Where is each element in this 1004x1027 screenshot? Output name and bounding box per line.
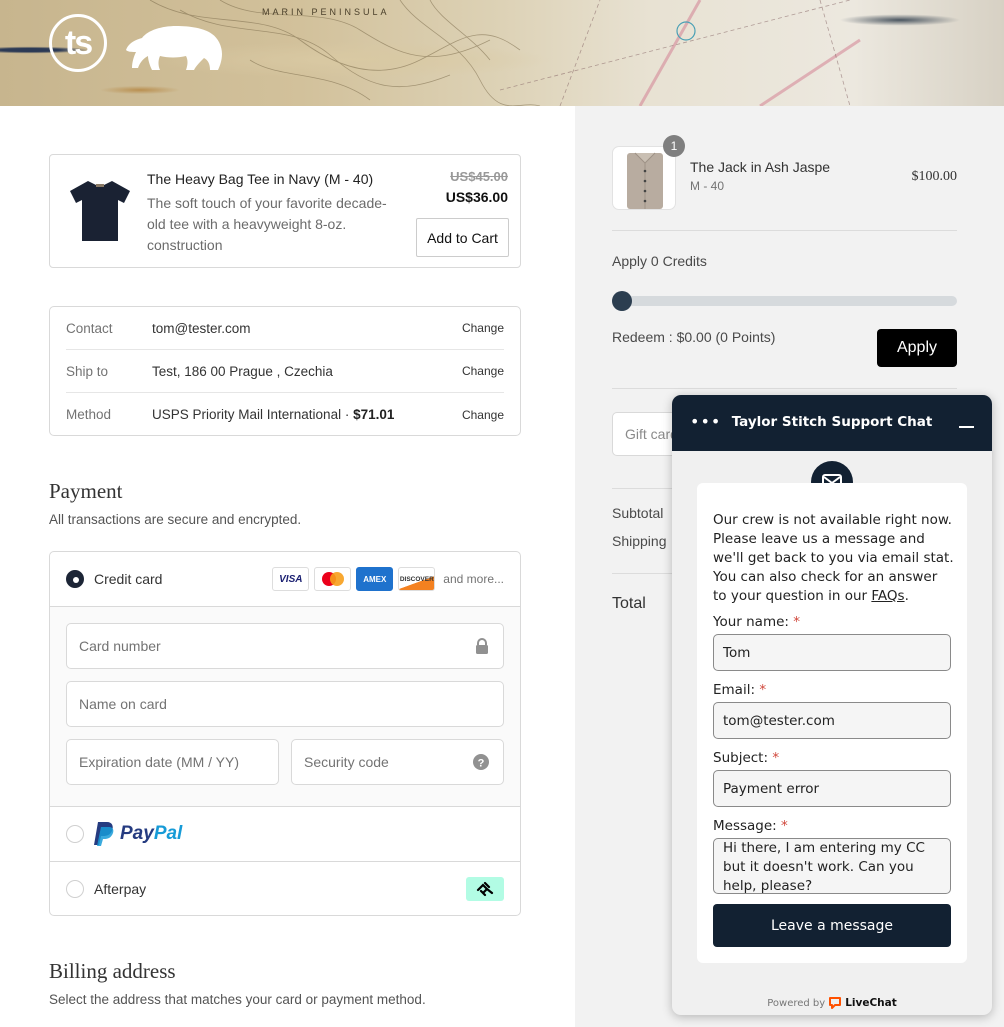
- chat-email-input[interactable]: tom@tester.com: [713, 702, 951, 739]
- divider: [612, 388, 957, 389]
- payment-methods: Credit card VISA AMEX DISCOVER and more.…: [49, 551, 521, 916]
- redeem-text: Redeem : $0.00 (0 Points): [612, 329, 776, 345]
- slider-handle[interactable]: [612, 291, 632, 311]
- chat-header: ••• Taylor Stitch Support Chat: [672, 395, 992, 451]
- billing-heading: Billing address: [49, 959, 176, 983]
- quantity-badge: 1: [663, 135, 685, 157]
- review-label: Ship to: [66, 363, 109, 379]
- afterpay-label: Afterpay: [94, 881, 147, 897]
- review-value: tom@tester.com: [152, 320, 251, 336]
- billing-subtitle: Select the address that matches your car…: [49, 992, 426, 1007]
- chat-message-textarea[interactable]: Hi there, I am entering my CC but it doe…: [713, 838, 951, 894]
- minimize-icon[interactable]: [959, 426, 974, 428]
- review-row-contact: Contact tom@tester.com Change: [66, 307, 504, 350]
- name-label: Your name: *: [713, 614, 800, 630]
- order-review-block: Contact tom@tester.com Change Ship to Te…: [49, 306, 521, 436]
- review-row-method: Method USPS Priority Mail International …: [66, 393, 504, 436]
- summary-item-name: The Jack in Ash Jaspe: [690, 159, 831, 175]
- card-number-input[interactable]: Card number: [66, 623, 504, 669]
- upsell-product-card: The Heavy Bag Tee in Navy (M - 40) The s…: [49, 154, 521, 268]
- support-chat-widget: ••• Taylor Stitch Support Chat Our crew …: [672, 395, 992, 1015]
- amex-icon: AMEX: [356, 567, 394, 591]
- card-brands: VISA AMEX DISCOVER and more...: [272, 567, 504, 591]
- visa-icon: VISA: [272, 567, 310, 591]
- tshirt-product-image: [70, 181, 130, 241]
- shipping-label: Shipping: [612, 533, 667, 549]
- add-to-cart-button[interactable]: Add to Cart: [416, 218, 509, 257]
- credit-card-fields: Card number Name on card Expiration date…: [50, 606, 520, 807]
- lock-icon: [476, 638, 488, 654]
- product-thumbnail: [612, 146, 676, 210]
- bear-logo-icon: [126, 26, 222, 70]
- message-label: Message: *: [713, 818, 788, 834]
- apply-credits-button[interactable]: Apply: [877, 329, 957, 367]
- upsell-description: The soft touch of your favorite decade-o…: [147, 195, 387, 253]
- chat-form-card: Our crew is not available right now. Ple…: [697, 483, 967, 963]
- review-value: USPS Priority Mail International · $71.0…: [152, 407, 395, 422]
- payment-option-credit-card[interactable]: Credit card VISA AMEX DISCOVER and more.…: [50, 552, 520, 606]
- subtotal-label: Subtotal: [612, 505, 664, 521]
- summary-line-item: 1 The Jack in Ash Jaspe M - 40 $100.00: [612, 135, 958, 210]
- livechat-icon: [829, 997, 842, 1009]
- review-label: Method: [66, 407, 112, 422]
- paypal-logo: Pay Pal: [94, 822, 182, 846]
- hero-banner: MARIN PENINSULA ts: [0, 0, 1004, 106]
- credit-card-label: Credit card: [94, 571, 163, 587]
- security-code-input[interactable]: Security code ?: [291, 739, 504, 785]
- svg-text:?: ?: [478, 758, 485, 770]
- faq-link[interactable]: FAQs: [871, 588, 904, 604]
- afterpay-radio[interactable]: [66, 880, 84, 898]
- review-label: Contact: [66, 320, 113, 336]
- discover-icon: DISCOVER: [398, 567, 436, 591]
- chat-name-input[interactable]: Tom: [713, 634, 951, 671]
- checkout-main: The Heavy Bag Tee in Navy (M - 40) The s…: [0, 106, 575, 1027]
- total-label: Total: [612, 595, 646, 612]
- shirt-image: [627, 152, 663, 209]
- payment-subtitle: All transactions are secure and encrypte…: [49, 512, 302, 527]
- upsell-title: The Heavy Bag Tee in Navy (M - 40): [147, 171, 374, 187]
- payment-heading: Payment: [49, 479, 123, 503]
- review-value: Test, 186 00 Prague , Czechia: [152, 363, 333, 379]
- chat-title: Taylor Stitch Support Chat: [731, 414, 933, 430]
- and-more-text: and more...: [443, 572, 504, 586]
- paypal-radio[interactable]: [66, 825, 84, 843]
- payment-option-paypal[interactable]: Pay Pal: [50, 807, 520, 862]
- change-address-link[interactable]: Change: [462, 364, 504, 378]
- credit-card-radio[interactable]: [66, 570, 84, 588]
- afterpay-icon: [466, 877, 504, 901]
- sale-price: US$36.00: [445, 189, 508, 205]
- original-price: US$45.00: [450, 169, 508, 184]
- taylor-stitch-logo[interactable]: ts: [49, 14, 107, 72]
- divider: [612, 230, 957, 231]
- credits-slider[interactable]: [612, 291, 957, 311]
- subject-label: Subject: *: [713, 750, 780, 766]
- email-label: Email: *: [713, 682, 767, 698]
- offline-message: Our crew is not available right now. Ple…: [713, 512, 954, 604]
- summary-item-variant: M - 40: [690, 179, 725, 193]
- svg-text:MARIN PENINSULA: MARIN PENINSULA: [262, 7, 390, 17]
- paypal-icon: [94, 822, 114, 846]
- powered-by-footer: Powered by LiveChat: [767, 997, 897, 1009]
- help-icon[interactable]: ?: [473, 754, 489, 770]
- shipping-cost: $71.01: [353, 407, 395, 422]
- name-on-card-input[interactable]: Name on card: [66, 681, 504, 727]
- credits-label: Apply 0 Credits: [612, 253, 707, 269]
- change-contact-link[interactable]: Change: [462, 321, 504, 335]
- chat-subject-input[interactable]: Payment error: [713, 770, 951, 807]
- expiration-date-input[interactable]: Expiration date (MM / YY): [66, 739, 279, 785]
- change-method-link[interactable]: Change: [462, 408, 504, 422]
- mastercard-icon: [314, 567, 352, 591]
- livechat-brand[interactable]: LiveChat: [845, 997, 897, 1009]
- leave-message-button[interactable]: Leave a message: [713, 904, 951, 947]
- payment-option-afterpay[interactable]: Afterpay: [50, 862, 520, 915]
- summary-item-price: $100.00: [911, 169, 958, 184]
- review-row-ship-to: Ship to Test, 186 00 Prague , Czechia Ch…: [66, 350, 504, 393]
